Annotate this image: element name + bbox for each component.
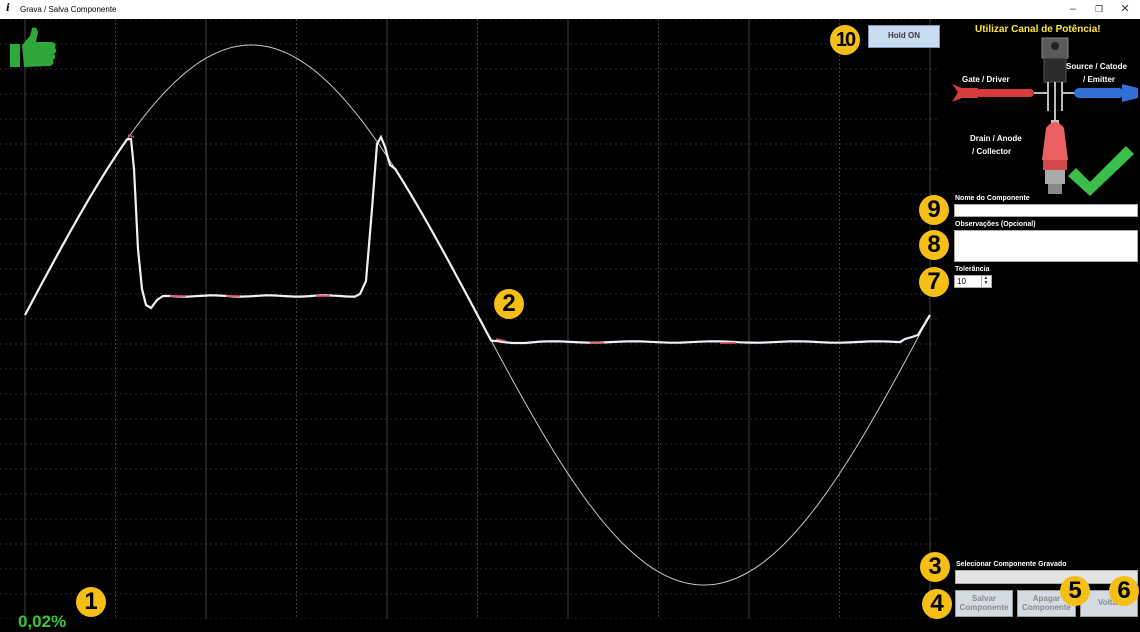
drain-label-line2: / Collector: [972, 147, 1012, 156]
delete-button-label-line2: Componente: [1022, 602, 1071, 612]
source-label-line1: Source / Catode: [1066, 62, 1127, 71]
tolerance-spinbox[interactable]: 10 ▲ ▼: [954, 275, 992, 288]
gate-probe-icon: [952, 84, 1048, 102]
difference-percent: 0,02%: [18, 612, 67, 631]
callout-5: 5: [1060, 576, 1090, 606]
callout-3: 3: [920, 552, 950, 582]
name-label: Nome do Componente: [955, 195, 1030, 202]
thumbs-up-icon: [10, 27, 57, 67]
save-button-label-line2: Componente: [959, 602, 1009, 612]
callout-4: 4: [922, 589, 952, 619]
trace-accent-segments: [127, 134, 736, 344]
callout-6: 6: [1109, 576, 1139, 606]
app-icon: i: [6, 3, 10, 14]
tolerance-value: 10: [957, 277, 966, 286]
callout-8: 8: [919, 230, 949, 260]
component-name-input[interactable]: [954, 204, 1138, 217]
notes-label: Observações (Opcional): [955, 221, 1036, 228]
transistor-icon: [1041, 37, 1069, 122]
select-label: Selecionar Componente Gravado: [956, 561, 1067, 568]
drain-probe-icon: [1042, 120, 1068, 194]
plot-canvas: [0, 18, 940, 620]
window-title: Grava / Salva Componente: [20, 5, 117, 14]
signature-plot: 0,02%: [0, 18, 940, 631]
source-label-line2: / Emitter: [1083, 75, 1116, 84]
restore-button[interactable]: ❐: [1088, 2, 1110, 17]
spinner-arrows-icon[interactable]: ▲ ▼: [981, 276, 990, 287]
probe-connection-diagram: [952, 37, 1138, 196]
callout-2: 2: [494, 289, 524, 319]
close-button[interactable]: ✕: [1114, 2, 1136, 17]
drain-label-line1: Drain / Anode: [970, 134, 1022, 143]
callout-7: 7: [919, 267, 949, 297]
title-bar: i Grava / Salva Componente – ❐ ✕: [0, 0, 1140, 19]
tolerance-label: Tolerância: [955, 266, 990, 273]
plot-grid: [0, 18, 940, 620]
source-probe-icon: [1062, 84, 1138, 102]
callout-1: 1: [76, 587, 106, 617]
save-component-button[interactable]: Salvar Componente: [955, 590, 1013, 617]
power-channel-warning: Utilizar Canal de Potência!: [975, 24, 1101, 35]
gate-label: Gate / Driver: [962, 75, 1010, 84]
callout-10: 10: [830, 25, 860, 55]
hold-on-button[interactable]: Hold ON: [868, 25, 940, 48]
callout-9: 9: [919, 195, 949, 225]
notes-textarea[interactable]: [954, 230, 1138, 262]
minimize-button[interactable]: –: [1062, 2, 1084, 17]
check-icon: [1068, 146, 1134, 196]
